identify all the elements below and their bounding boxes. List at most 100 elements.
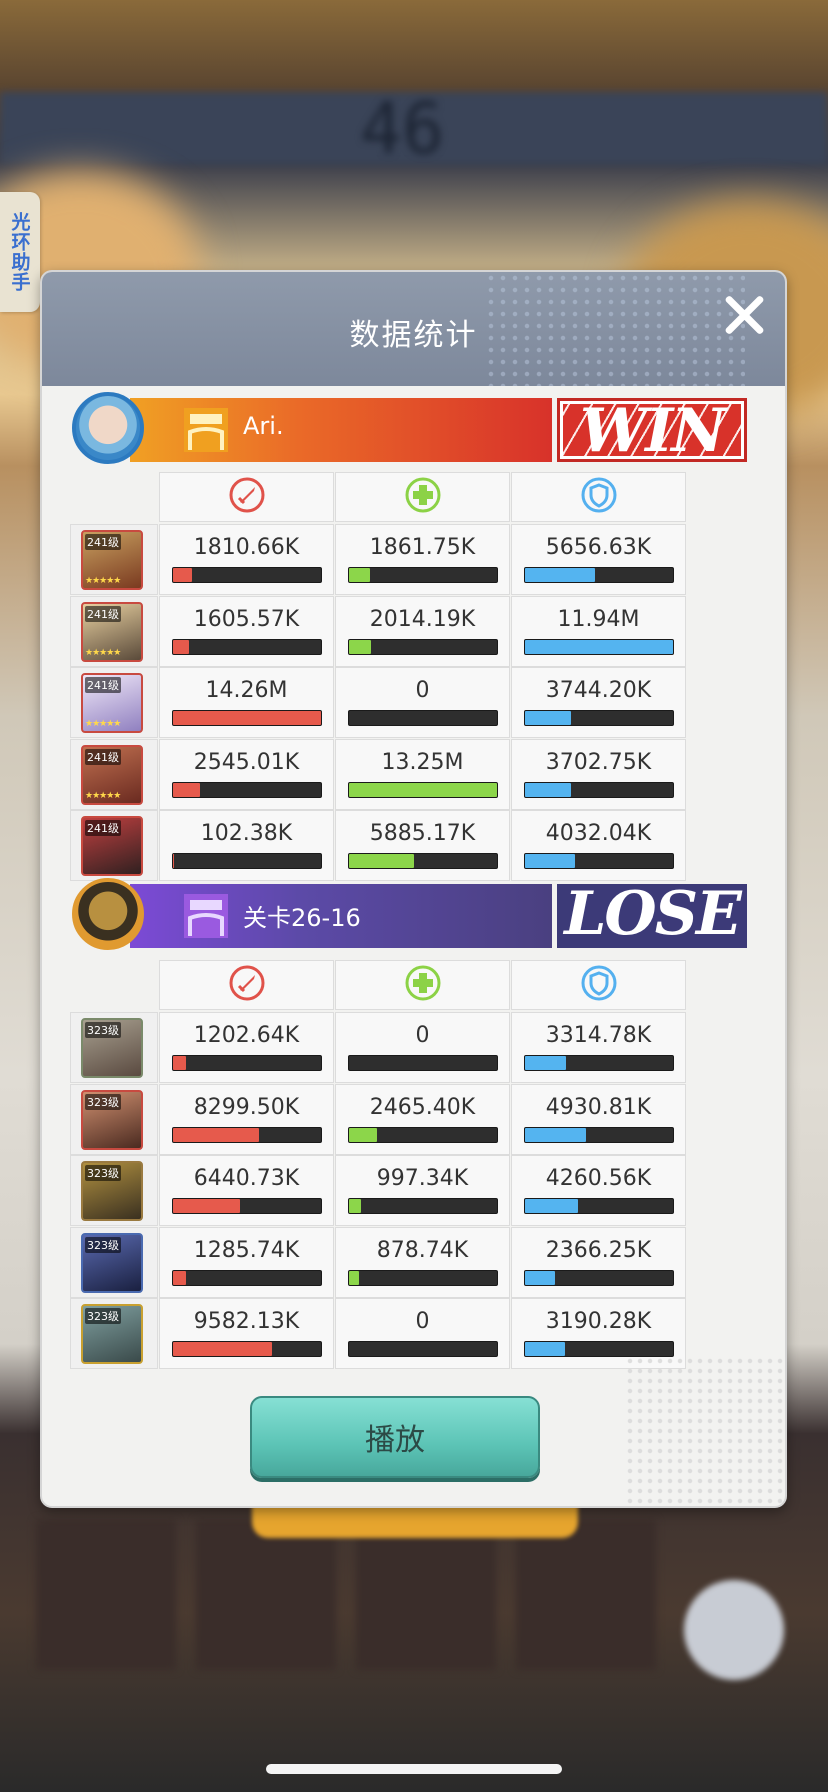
damage-bar-fill (173, 1342, 273, 1356)
heal-value: 0 (415, 1023, 430, 1048)
defense-bar-fill (525, 854, 576, 868)
damage-bar (172, 1341, 322, 1357)
damage-cell: 1285.74K (159, 1226, 334, 1298)
damage-bar (172, 710, 322, 726)
hero-portrait[interactable]: 323级 (81, 1304, 143, 1364)
play-button[interactable]: 播放 (250, 1396, 540, 1478)
hero-cell: 323级 (70, 1155, 158, 1226)
defense-shield-icon (580, 964, 618, 1006)
battle-round-number: 46 (360, 88, 445, 170)
damage-value: 6440.73K (193, 1166, 300, 1191)
damage-cell: 14.26M (159, 667, 334, 738)
player-avatar[interactable] (72, 392, 144, 464)
defense-cell: 4260.56K (511, 1155, 686, 1226)
damage-value: 1605.57K (193, 606, 300, 632)
team-flag-icon (184, 408, 228, 452)
heal-bar (348, 853, 498, 869)
hero-portrait[interactable]: 241级 ★★★★★ (81, 744, 143, 805)
damage-bar-fill (173, 854, 175, 868)
hero-cell: 241级 ★★★★★ (70, 738, 158, 810)
damage-cell: 9582.13K (159, 1298, 334, 1369)
enemy-avatar[interactable] (72, 878, 144, 950)
defense-cell: 3702.75K (511, 738, 686, 810)
hero-portrait[interactable]: 241级 ★★★★★ (81, 673, 143, 733)
heal-bar (348, 1198, 498, 1214)
heal-value: 878.74K (376, 1237, 469, 1263)
hero-stats-row: 241级 ★★★★★ 1605.57K 2014.19K 11.94M (70, 595, 760, 667)
header-defense (511, 472, 686, 522)
hero-portrait[interactable]: 241级 (81, 816, 143, 876)
defense-value: 2366.25K (545, 1237, 652, 1263)
hero-cell: 241级 ★★★★★ (70, 524, 158, 595)
modal-title: 数据统计 (349, 318, 478, 353)
hero-portrait[interactable]: 241级 ★★★★★ (81, 530, 143, 590)
hero-portrait[interactable]: 323级 (81, 1232, 143, 1293)
heal-value: 2014.19K (369, 606, 476, 632)
hero-cell: 323级 (70, 1298, 158, 1369)
heal-value: 0 (415, 678, 430, 703)
hero-stars: ★★★★★ (85, 719, 121, 729)
heal-cell: 2014.19K (335, 595, 510, 667)
hero-portrait[interactable]: 323级 (81, 1161, 143, 1221)
hero-cell: 323级 (70, 1012, 158, 1083)
damage-bar (172, 781, 322, 798)
damage-cell: 6440.73K (159, 1155, 334, 1226)
damage-value: 1810.66K (193, 535, 300, 560)
hero-level: 323级 (85, 1308, 121, 1324)
defense-value: 5656.63K (545, 535, 652, 560)
heal-cell: 2465.40K (335, 1083, 510, 1155)
heal-bar-fill (349, 639, 372, 654)
hero-cell: 241级 ★★★★★ (70, 595, 158, 667)
hero-stats-row: 241级 ★★★★★ 14.26M 0 3744.20K (70, 667, 760, 738)
close-icon[interactable] (721, 292, 767, 338)
hero-portrait[interactable]: 323级 (81, 1089, 143, 1150)
defense-value: 3702.75K (545, 749, 652, 775)
defense-bar-fill (525, 568, 595, 582)
defense-bar-fill (525, 1199, 579, 1213)
defense-value: 4260.56K (545, 1166, 652, 1191)
heal-plus-icon (404, 964, 442, 1006)
team-name: Ari. (243, 412, 284, 440)
heal-bar (348, 781, 498, 798)
hero-portrait[interactable]: 241级 ★★★★★ (81, 601, 143, 662)
defense-cell: 5656.63K (511, 524, 686, 595)
heal-bar (348, 567, 498, 583)
defense-cell: 4930.81K (511, 1083, 686, 1155)
damage-cell: 1810.66K (159, 524, 334, 595)
hero-level: 323级 (85, 1165, 121, 1181)
heal-plus-icon (404, 476, 442, 518)
heal-bar (348, 710, 498, 726)
defense-value: 3190.28K (545, 1309, 652, 1334)
hero-cell: 241级 ★★★★★ (70, 667, 158, 738)
bg-stats-button (684, 1580, 784, 1680)
assistant-side-tab[interactable]: 光环助手 (0, 192, 40, 312)
damage-bar (172, 567, 322, 583)
hero-stats-row: 323级 6440.73K 997.34K 4260.56K (70, 1155, 760, 1226)
defense-bar-fill (525, 1127, 586, 1142)
hero-cell: 323级 (70, 1226, 158, 1298)
hero-portrait[interactable]: 323级 (81, 1018, 143, 1078)
damage-bar (172, 1126, 322, 1143)
defense-cell: 3744.20K (511, 667, 686, 738)
heal-bar (348, 638, 498, 655)
defense-bar-fill (525, 782, 571, 797)
hero-level: 323级 (85, 1022, 121, 1038)
heal-bar (348, 1269, 498, 1286)
hero-stats-row: 241级 ★★★★★ 1810.66K 1861.75K 5656.63K (70, 524, 760, 595)
defense-shield-icon (580, 476, 618, 518)
home-indicator[interactable] (266, 1764, 562, 1774)
damage-value: 9582.13K (193, 1309, 300, 1334)
modal-header: 数据统计 (42, 272, 785, 386)
heal-bar-fill (349, 782, 497, 797)
heal-cell: 5885.17K (335, 810, 510, 881)
heal-bar-fill (349, 1127, 378, 1142)
defense-cell: 4032.04K (511, 810, 686, 881)
damage-bar-fill (173, 639, 190, 654)
defense-value: 4032.04K (545, 821, 652, 846)
corner-dot-pattern (625, 1356, 785, 1506)
hero-level: 323级 (85, 1236, 121, 1253)
damage-bar-fill (173, 782, 200, 797)
hero-level: 241级 (85, 820, 121, 836)
hero-stats-row: 241级 102.38K 5885.17K 4032.04K (70, 810, 760, 881)
defense-bar (524, 1269, 674, 1286)
